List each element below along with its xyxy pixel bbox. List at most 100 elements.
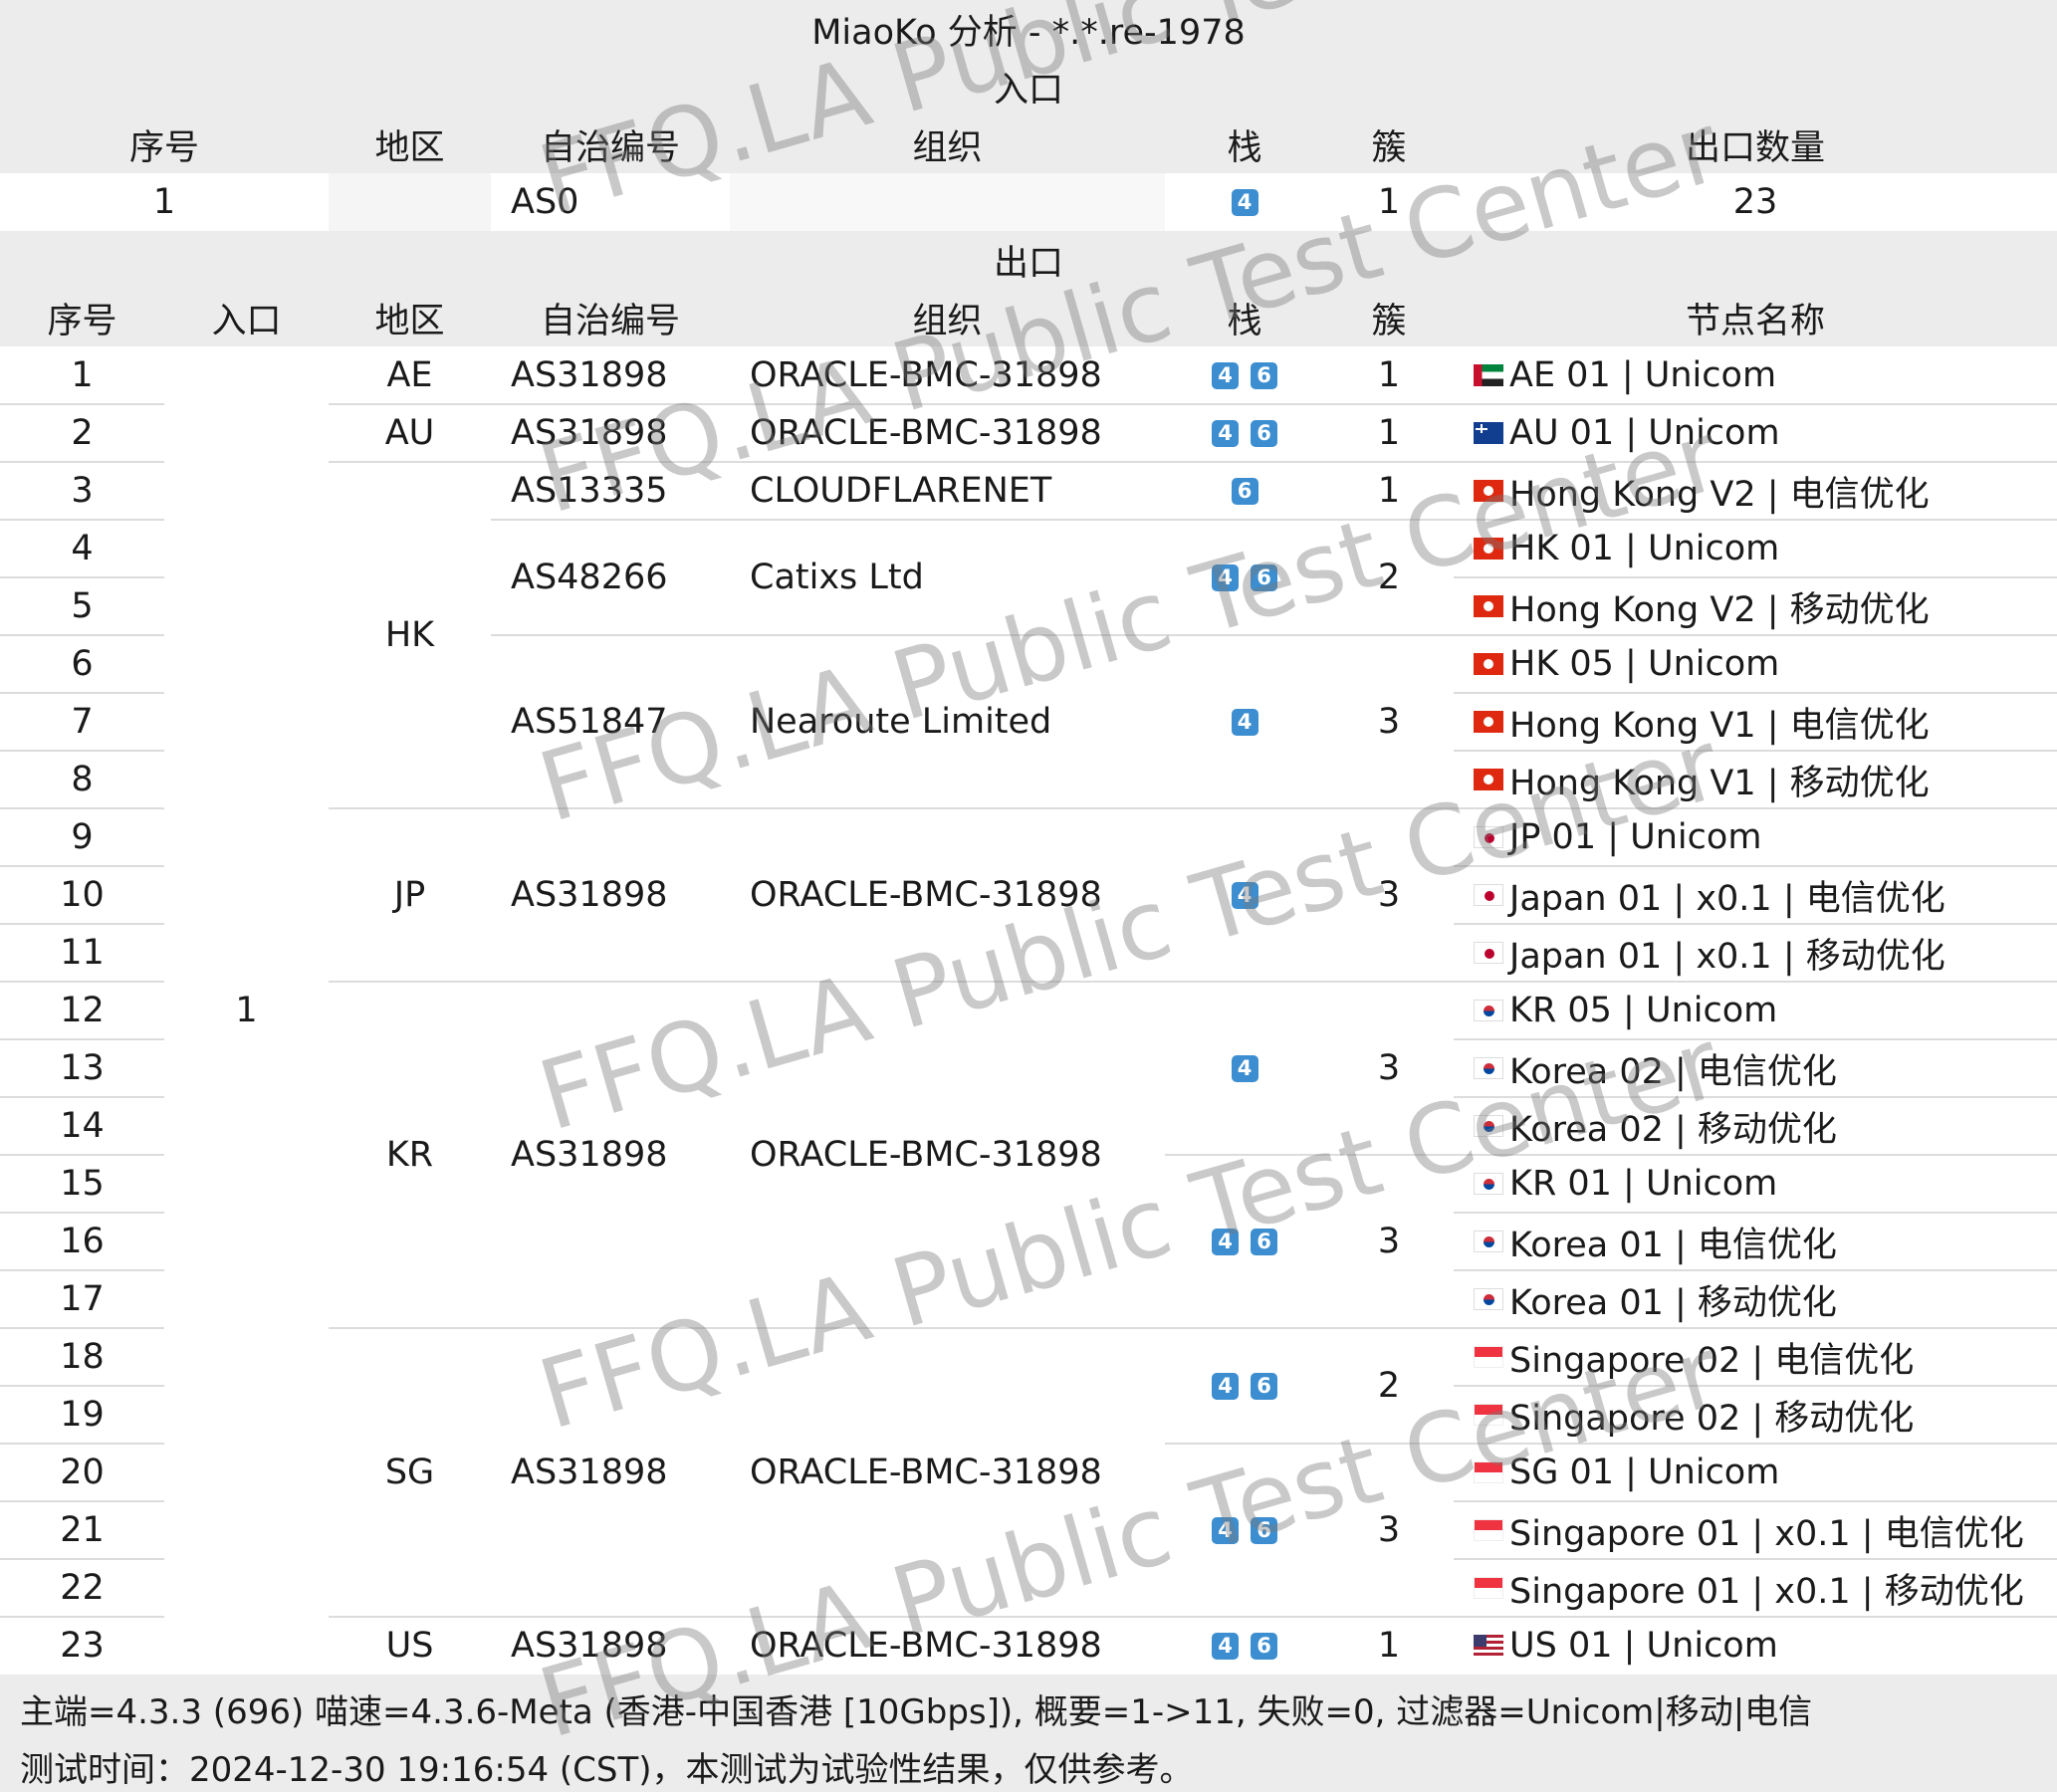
- exit-row-index: 6: [71, 644, 94, 684]
- exit-cluster-cell: 1: [1377, 471, 1401, 511]
- row-divider: [329, 1327, 491, 1329]
- row-divider: [1454, 1500, 2057, 1502]
- node-name: Hong Kong V2 | 电信优化: [1509, 474, 1930, 515]
- exit-org-cell: CLOUDFLARENET: [750, 471, 1052, 511]
- entry-stack: 4: [1165, 173, 1324, 231]
- row-divider: [1454, 865, 2057, 867]
- exit-node-name-cell: US 01 | Unicom: [1454, 1617, 2057, 1675]
- row-divider: [0, 807, 164, 809]
- exit-row-index: 22: [60, 1568, 105, 1608]
- exit-node-name-cell: Singapore 02 | 移动优化: [1454, 1386, 2057, 1444]
- row-divider: [1165, 403, 1454, 405]
- exit-region-cell: AE: [386, 355, 433, 395]
- entry-cluster: 1: [1377, 182, 1401, 222]
- exit-row-index: 2: [71, 413, 94, 453]
- exit-stack-cell: 46: [1165, 404, 1324, 462]
- exit-region-cell: HK: [384, 615, 435, 655]
- footer-test-time: 测试时间：2024-12-30 19:16:54 (CST)，本测试为试验性结果…: [20, 1750, 1194, 1790]
- exit-row-index: 1: [71, 355, 94, 395]
- kr-flag-icon: [1474, 1115, 1503, 1137]
- exit-region-cell: AU: [384, 413, 435, 453]
- row-divider: [0, 1385, 164, 1387]
- au-flag-icon: [1474, 422, 1503, 444]
- sg-flag-icon: [1474, 1346, 1503, 1368]
- jp-flag-icon: [1474, 942, 1503, 964]
- node-name: US 01 | Unicom: [1509, 1626, 1778, 1666]
- exit-header-region: 地区: [374, 301, 445, 341]
- node-name: Korea 01 | 电信优化: [1509, 1225, 1837, 1265]
- row-divider: [0, 692, 164, 694]
- hk-flag-icon: [1474, 653, 1503, 675]
- entry-exit-count: 23: [1732, 182, 1778, 222]
- node-name: Singapore 02 | 移动优化: [1509, 1398, 1915, 1439]
- exit-table-body: 1 AE 01 | Unicom 2 AU 01 | Unicom 3 Hong Kong…: [0, 346, 2057, 1675]
- exit-org-cell: ORACLE-BMC-31898: [750, 875, 1102, 915]
- row-divider: [0, 1558, 164, 1560]
- exit-node-name-cell: Hong Kong V1 | 移动优化: [1454, 751, 2057, 808]
- exit-org-cell: Nearoute Limited: [750, 702, 1052, 742]
- exit-org-cell: ORACLE-BMC-31898: [750, 355, 1102, 395]
- row-divider: [1454, 750, 2057, 752]
- exit-header-org: 组织: [912, 301, 983, 341]
- ipv4-badge: 4: [1212, 1228, 1239, 1255]
- exit-section-label: 出口: [993, 243, 1063, 284]
- exit-stack-cell: 46: [1165, 520, 1324, 635]
- entry-header-stack: 栈: [1227, 127, 1262, 168]
- exit-row-index: 15: [60, 1164, 105, 1204]
- row-divider: [491, 519, 1165, 521]
- exit-header-cluster: 簇: [1371, 301, 1407, 341]
- exit-cluster-cell: 3: [1377, 1048, 1401, 1088]
- row-divider: [1454, 923, 2057, 925]
- entry-section-header: 入口: [0, 58, 2057, 115]
- row-divider: [1454, 1327, 2057, 1329]
- row-divider: [1454, 692, 2057, 694]
- exit-node-name-cell: Japan 01 | x0.1 | 移动优化: [1454, 924, 2057, 982]
- row-divider: [1454, 1616, 2057, 1618]
- exit-row-index: 4: [71, 529, 94, 568]
- exit-node-name-cell: Japan 01 | x0.1 | 电信优化: [1454, 866, 2057, 924]
- exit-header-index: 序号: [47, 301, 117, 341]
- row-divider: [491, 461, 1165, 463]
- exit-node-name-cell: Hong Kong V1 | 电信优化: [1454, 693, 2057, 751]
- ipv6-badge: 6: [1251, 361, 1277, 389]
- entry-index: 1: [152, 182, 176, 222]
- entry-asn: AS0: [511, 182, 579, 222]
- row-divider: [1165, 1154, 1454, 1156]
- exit-header-stack: 栈: [1227, 301, 1262, 341]
- exit-node-name-cell: Korea 01 | 电信优化: [1454, 1213, 2057, 1270]
- row-divider: [1454, 1096, 2057, 1098]
- exit-asn-cell: AS13335: [511, 471, 668, 511]
- row-divider: [1454, 1212, 2057, 1214]
- exit-stack-cell: 46: [1165, 1155, 1324, 1328]
- exit-org-cell: ORACLE-BMC-31898: [750, 1135, 1102, 1175]
- footer-summary: 主端=4.3.3 (696) 喵速=4.3.6-Meta (香港-中国香港 [1…: [20, 1692, 1813, 1732]
- exit-cluster-cell: 1: [1377, 1626, 1401, 1666]
- row-divider: [329, 807, 491, 809]
- exit-row-index: 21: [60, 1510, 105, 1550]
- ipv6-badge: 6: [1251, 1372, 1277, 1400]
- kr-flag-icon: [1474, 1057, 1503, 1079]
- row-divider: [1454, 1443, 2057, 1445]
- row-divider: [1454, 807, 2057, 809]
- row-divider: [329, 461, 491, 463]
- exit-row-index: 14: [60, 1106, 105, 1146]
- row-divider: [329, 1616, 491, 1618]
- exit-region-cell: SG: [384, 1453, 435, 1492]
- row-divider: [1165, 1616, 1454, 1618]
- row-divider: [0, 1443, 164, 1445]
- row-divider: [329, 403, 491, 405]
- row-divider: [1165, 1327, 1454, 1329]
- node-name: Hong Kong V1 | 电信优化: [1509, 705, 1930, 746]
- row-divider: [0, 1154, 164, 1156]
- row-divider: [0, 1212, 164, 1214]
- row-divider: [1454, 1154, 2057, 1156]
- entry-header-index: 序号: [128, 127, 199, 168]
- ipv4-badge: 4: [1231, 188, 1258, 216]
- exit-asn-cell: AS51847: [511, 702, 668, 742]
- ipv6-badge: 6: [1231, 477, 1258, 505]
- row-divider: [0, 1616, 164, 1618]
- row-divider: [1454, 981, 2057, 983]
- row-divider: [491, 807, 1165, 809]
- ipv4-badge: 4: [1212, 1516, 1239, 1544]
- exit-region-cell: US: [385, 1626, 434, 1666]
